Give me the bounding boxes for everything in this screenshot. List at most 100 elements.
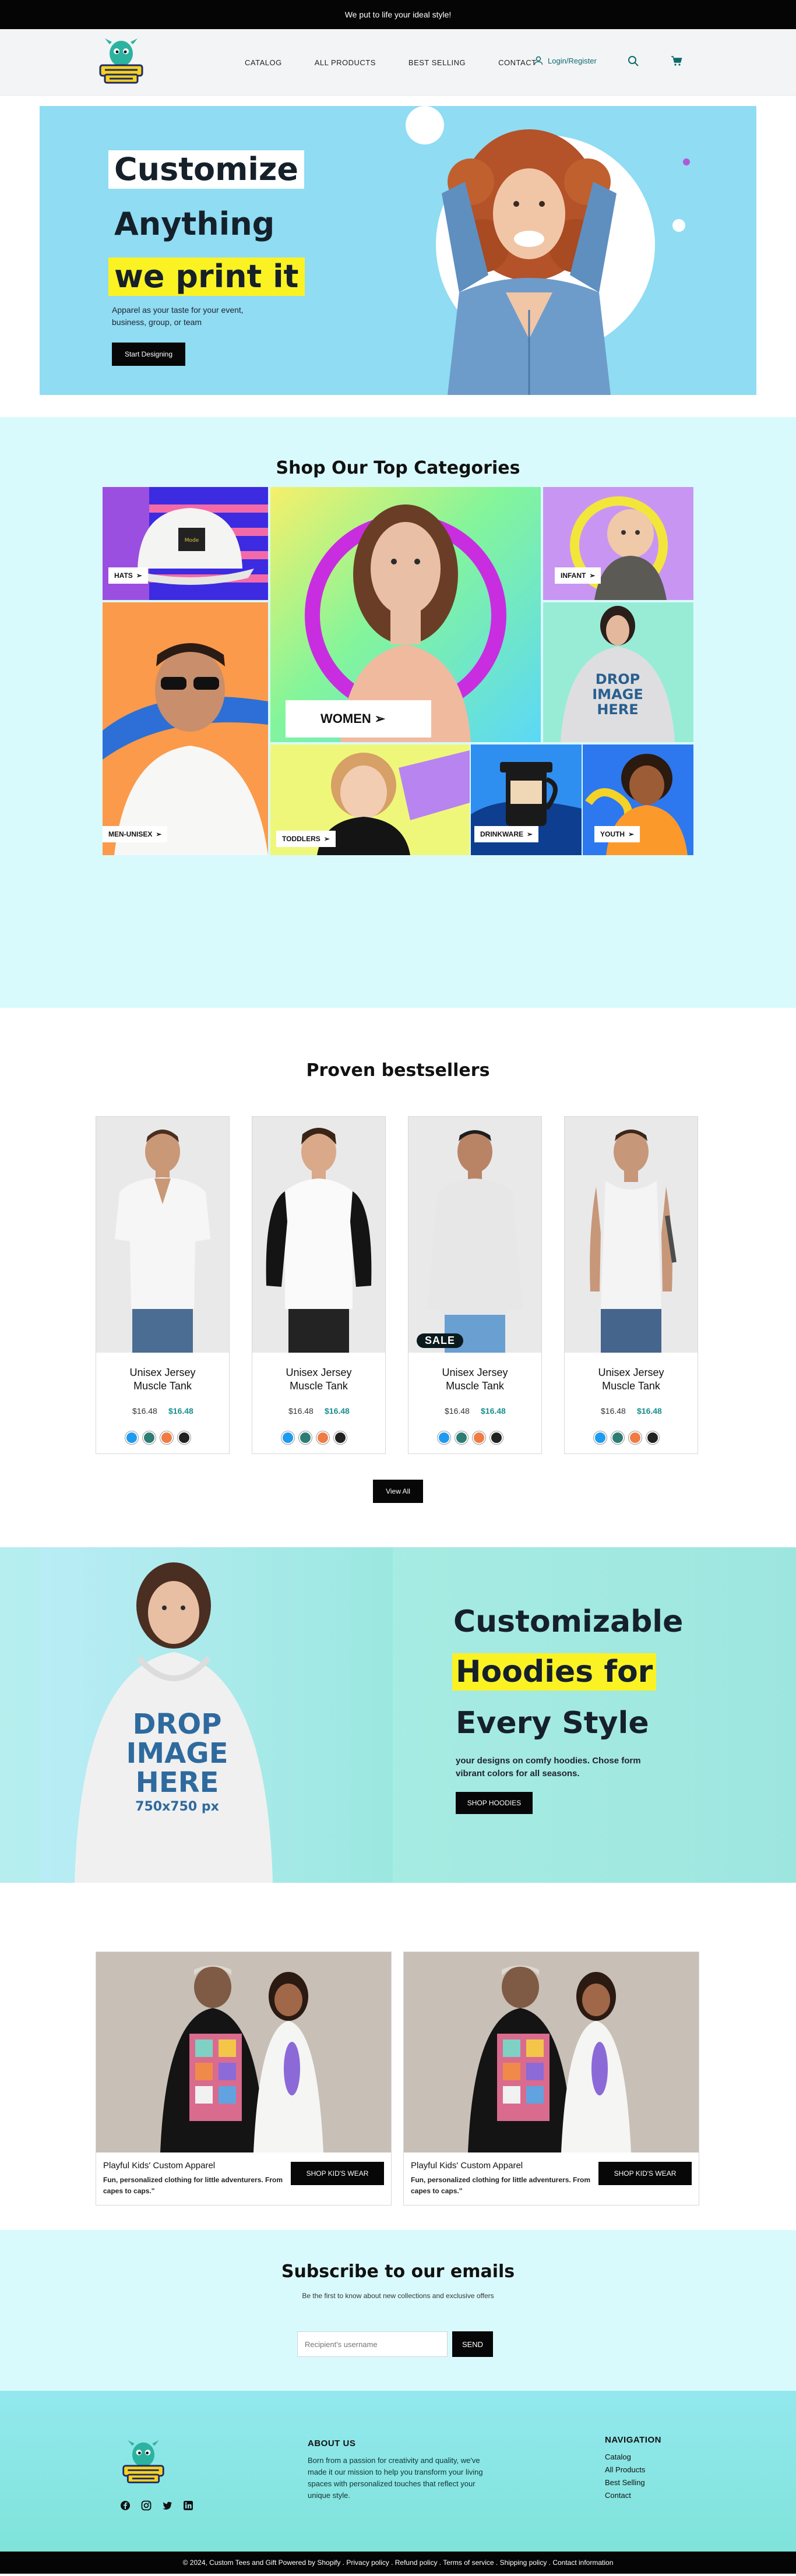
product-sale-price: $16.48 — [481, 1406, 506, 1416]
promo-print-line: DROP — [133, 1708, 222, 1741]
nav-contact[interactable]: CONTACT — [498, 58, 536, 67]
view-all-button[interactable]: View All — [373, 1480, 423, 1503]
promo-subtitle: your designs on comfy hoodies. Chose for… — [456, 1756, 641, 1779]
category-tile-youth[interactable]: YOUTH ➢ — [583, 744, 693, 855]
site-logo[interactable] — [97, 36, 146, 89]
copyright-bar: © 2024, Custom Tees and Gift Powered by … — [0, 2552, 796, 2574]
swatch-orange[interactable] — [473, 1431, 485, 1444]
login-label: Login/Register — [548, 56, 597, 65]
category-tile-hats[interactable]: Mode HATS ➢ — [103, 487, 268, 600]
swatch-teal[interactable] — [611, 1431, 624, 1444]
categories-title: Shop Our Top Categories — [276, 458, 520, 478]
category-tile-drinkware[interactable]: DRINKWARE ➢ — [471, 744, 582, 855]
about-title: ABOUT US — [308, 2439, 356, 2448]
about-text: Born from a passion for creativity and q… — [308, 2456, 483, 2500]
category-label-toddlers[interactable]: TODDLERS ➢ — [276, 831, 336, 847]
swatch-blue[interactable] — [281, 1431, 294, 1444]
site-footer: ABOUT US Born from a passion for creativ… — [0, 2391, 796, 2552]
footer-link-catalog[interactable]: Catalog — [605, 2453, 645, 2461]
copyright-text: © 2024, Custom Tees and Gift Powered by … — [182, 2559, 614, 2567]
swatch-teal[interactable] — [299, 1431, 312, 1444]
footer-link-contact[interactable]: Contact — [605, 2491, 645, 2500]
category-tile-infant[interactable]: INFANT ➢ — [543, 487, 693, 600]
swatch-orange[interactable] — [629, 1431, 642, 1444]
subscribe-note: Be the first to know about new collectio… — [302, 2292, 494, 2300]
product-name[interactable]: Unisex Jersey Muscle Tank — [96, 1366, 229, 1393]
instagram-icon[interactable] — [141, 2500, 152, 2511]
nav-catalog[interactable]: CATALOG — [245, 58, 282, 67]
product-name[interactable]: Unisex Jersey Muscle Tank — [565, 1366, 698, 1393]
product-old-price: $16.48 — [132, 1406, 157, 1416]
email-input[interactable] — [297, 2331, 448, 2357]
send-button[interactable]: SEND — [452, 2331, 493, 2357]
swatch-black[interactable] — [178, 1431, 191, 1444]
swatch-black[interactable] — [334, 1431, 347, 1444]
category-label-women[interactable]: WOMEN ➢ — [286, 700, 431, 737]
kids-card-desc: Fun, personalized clothing for little ad… — [103, 2176, 283, 2196]
swatch-blue[interactable] — [125, 1431, 138, 1444]
shop-kids-wear-button[interactable]: SHOP KID'S WEAR — [291, 2162, 384, 2185]
kids-card-title: Playful Kids' Custom Apparel — [411, 2161, 523, 2171]
color-swatches — [281, 1431, 347, 1444]
category-label-text: DRINKWARE — [480, 830, 523, 838]
category-tile-hoodie[interactable]: DROP IMAGE HERE — [543, 602, 693, 742]
category-label-drinkware[interactable]: DRINKWARE ➢ — [474, 826, 539, 842]
hoodie-print-line: IMAGE — [592, 686, 643, 703]
product-image — [252, 1117, 385, 1353]
kids-image — [404, 1952, 699, 2152]
footer-nav: Catalog All Products Best Selling Contac… — [605, 2453, 645, 2500]
product-sale-price: $16.48 — [325, 1406, 350, 1416]
nav-best-selling[interactable]: BEST SELLING — [408, 58, 466, 67]
product-name[interactable]: Unisex Jersey Muscle Tank — [252, 1366, 385, 1393]
category-tile-men-unisex[interactable]: MEN-UNISEX ➢ — [103, 602, 268, 855]
shop-kids-wear-button[interactable]: SHOP KID'S WEAR — [598, 2162, 692, 2185]
product-image — [565, 1117, 698, 1353]
product-sale-price: $16.48 — [168, 1406, 193, 1416]
category-label-youth[interactable]: YOUTH ➢ — [594, 826, 640, 842]
category-tile-women[interactable]: WOMEN ➢ — [270, 487, 541, 742]
arrow-icon: ➢ — [323, 835, 330, 843]
linkedin-icon[interactable] — [183, 2500, 193, 2511]
subscribe-title: Subscribe to our emails — [281, 2261, 515, 2282]
start-designing-button[interactable]: Start Designing — [112, 343, 185, 366]
footer-link-best-selling[interactable]: Best Selling — [605, 2478, 645, 2487]
decor-dot — [683, 158, 690, 165]
promo-print-line: IMAGE — [126, 1737, 228, 1770]
cart-icon[interactable] — [670, 55, 683, 68]
kids-promo-card: Playful Kids' Custom Apparel Fun, person… — [96, 1952, 392, 2206]
swatch-blue[interactable] — [438, 1431, 450, 1444]
footer-logo[interactable] — [120, 2437, 167, 2489]
product-card[interactable]: SALE Unisex Jersey Muscle Tank $16.48 $1… — [408, 1116, 542, 1454]
swatch-black[interactable] — [490, 1431, 503, 1444]
promo-print-size: 750x750 px — [135, 1799, 219, 1814]
category-label-hats[interactable]: HATS ➢ — [108, 567, 148, 584]
nav-all-products[interactable]: ALL PRODUCTS — [315, 58, 376, 67]
category-label-infant[interactable]: INFANT ➢ — [555, 567, 601, 584]
twitter-icon[interactable] — [162, 2500, 172, 2511]
product-name[interactable]: Unisex Jersey Muscle Tank — [408, 1366, 541, 1393]
hero-line-1: Customize — [108, 150, 304, 189]
facebook-icon[interactable] — [120, 2500, 131, 2511]
login-register-link[interactable]: Login/Register — [534, 56, 597, 65]
swatch-orange[interactable] — [160, 1431, 173, 1444]
product-card[interactable]: Unisex Jersey Muscle Tank $16.48 $16.48 — [564, 1116, 698, 1454]
product-card[interactable]: Unisex Jersey Muscle Tank $16.48 $16.48 — [252, 1116, 386, 1454]
site-header: CATALOG ALL PRODUCTS BEST SELLING CONTAC… — [0, 29, 796, 96]
swatch-black[interactable] — [646, 1431, 659, 1444]
promo-line-2: Hoodies for — [452, 1653, 657, 1691]
shop-hoodies-button[interactable]: SHOP HOODIES — [456, 1792, 533, 1814]
product-card[interactable]: Unisex Jersey Muscle Tank $16.48 $16.48 — [96, 1116, 230, 1454]
category-label-men-unisex[interactable]: MEN-UNISEX ➢ — [103, 826, 168, 842]
swatch-orange[interactable] — [316, 1431, 329, 1444]
category-tile-toddlers[interactable]: TODDLERS ➢ — [270, 744, 470, 855]
swatch-teal[interactable] — [455, 1431, 468, 1444]
swatch-teal[interactable] — [143, 1431, 156, 1444]
bestsellers-section: Proven bestsellers Unisex Jersey Muscle … — [0, 1008, 796, 1547]
search-icon[interactable] — [627, 55, 640, 68]
footer-link-all-products[interactable]: All Products — [605, 2465, 645, 2474]
arrow-icon: ➢ — [628, 830, 635, 838]
kids-image — [96, 1952, 391, 2152]
main-nav: CATALOG ALL PRODUCTS BEST SELLING CONTAC… — [245, 29, 569, 96]
category-label-text: YOUTH — [600, 830, 625, 838]
swatch-blue[interactable] — [594, 1431, 607, 1444]
